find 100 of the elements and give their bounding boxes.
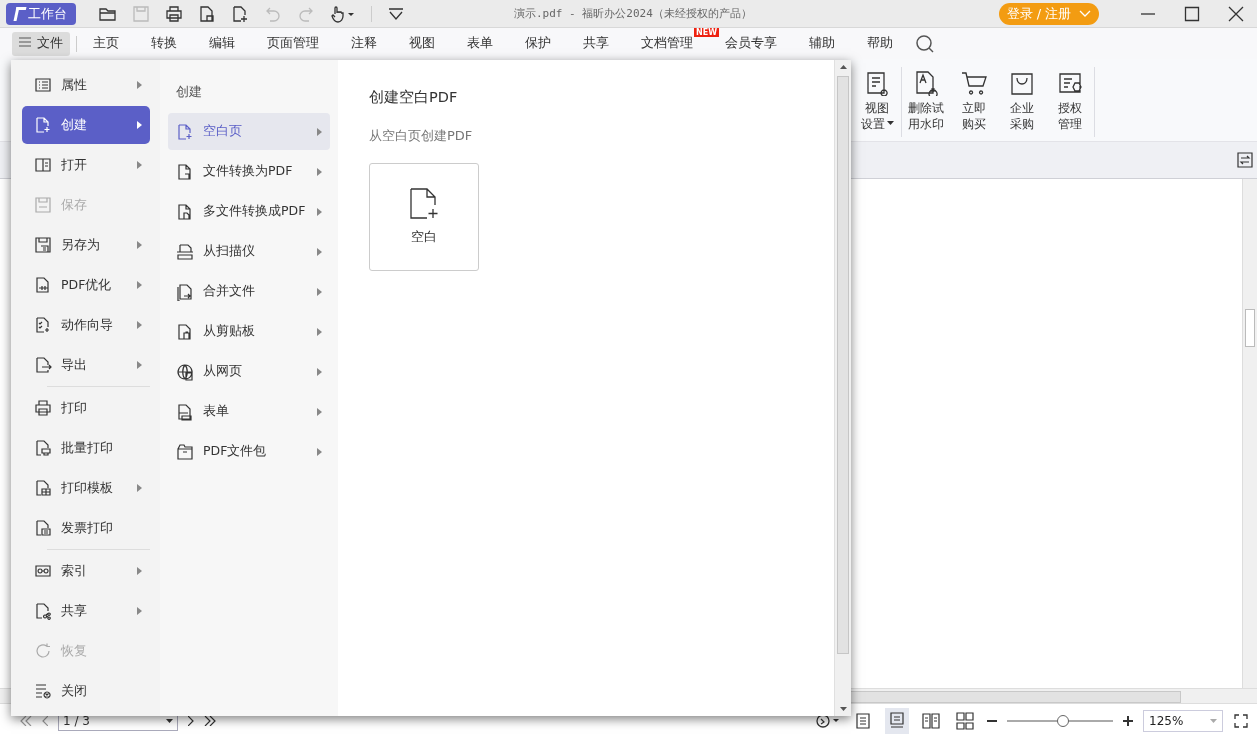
menu-item[interactable]: 批量打印: [22, 429, 150, 467]
menu-item[interactable]: 打印: [22, 389, 150, 427]
license-icon: [1057, 70, 1083, 96]
caret-down-icon: [166, 718, 173, 723]
menu-item[interactable]: 关闭: [22, 672, 150, 710]
menu-tab[interactable]: 帮助: [855, 31, 905, 56]
submenu-item[interactable]: PDF文件包: [168, 433, 330, 470]
menu-tab[interactable]: 文件: [12, 31, 70, 56]
arrow-right-icon: [137, 484, 142, 492]
menu-item[interactable]: 索引: [22, 552, 150, 590]
first-page-icon[interactable]: [20, 715, 32, 726]
document-plus-icon: [34, 116, 52, 134]
scroll-down-icon[interactable]: [839, 707, 847, 711]
document-grid-icon: [34, 479, 52, 497]
close-icon[interactable]: [1228, 5, 1244, 22]
blank-template-card[interactable]: 空白: [369, 163, 479, 271]
submenu-item[interactable]: 文件转换为PDF: [168, 153, 330, 190]
arrow-right-icon: [317, 327, 322, 336]
panel-subtitle: 从空白页创建PDF: [369, 127, 474, 145]
checklist-icon: [34, 316, 52, 334]
printer-icon[interactable]: [165, 4, 183, 23]
menu-item[interactable]: 共享: [22, 592, 150, 630]
arrow-right-icon: [317, 447, 322, 456]
clipboard-document-icon: [176, 322, 194, 341]
refresh-icon: [34, 642, 52, 660]
submenu-item[interactable]: 多文件转换成PDF: [168, 193, 330, 230]
scroll-up-icon[interactable]: [839, 65, 847, 69]
view-mode-icon: [854, 711, 872, 730]
arrow-right-icon: [137, 567, 142, 575]
workbench-button[interactable]: 工作台: [6, 2, 76, 25]
menu-item[interactable]: PDF优化: [22, 266, 150, 304]
logo-icon: [13, 6, 27, 21]
menu-tab[interactable]: 视图: [397, 31, 447, 56]
search-icon[interactable]: [915, 33, 935, 54]
remove-watermark-icon: [913, 70, 939, 96]
zoom-in-icon[interactable]: [1123, 715, 1133, 726]
menu-tab[interactable]: 页面管理: [255, 31, 331, 56]
menu-item[interactable]: 打开: [22, 146, 150, 184]
last-page-icon[interactable]: [204, 715, 216, 726]
documents-icon: [176, 202, 194, 221]
ribbon-button[interactable]: 视图 设置: [853, 59, 901, 132]
package-icon: [176, 442, 194, 461]
zoom-field[interactable]: 125%: [1143, 709, 1223, 732]
menu-item[interactable]: 导出: [22, 346, 150, 384]
index-icon: [34, 562, 52, 580]
document-plus-icon[interactable]: [231, 4, 249, 23]
menu-icon: [19, 37, 31, 47]
arrow-right-icon: [317, 127, 322, 136]
caret-down-icon: [886, 120, 894, 125]
document-plus-icon: [409, 188, 439, 220]
menu-tab[interactable]: 注释: [339, 31, 389, 56]
menu-item[interactable]: 发票打印: [22, 509, 150, 547]
ribbon-button[interactable]: 授权 管理: [1046, 59, 1094, 132]
ribbon-button[interactable]: 立即 购买: [950, 59, 998, 132]
menu-tab[interactable]: 保护: [513, 31, 563, 56]
panel-title: 创建空白PDF: [369, 88, 459, 107]
menu-item[interactable]: 动作向导: [22, 306, 150, 344]
maximize-icon[interactable]: [1184, 5, 1200, 22]
submenu-item[interactable]: 从网页: [168, 353, 330, 390]
submenu-item[interactable]: 从扫描仪: [168, 233, 330, 270]
menu-tab[interactable]: 辅助: [797, 31, 847, 56]
submenu-item[interactable]: 空白页: [168, 113, 330, 150]
swap-icon[interactable]: [1237, 152, 1253, 168]
document-plus-icon: [176, 122, 194, 141]
submenu-item[interactable]: 合并文件: [168, 273, 330, 310]
submenu-title: 创建: [176, 84, 203, 101]
view-mode-button[interactable]: [885, 707, 909, 734]
arrow-right-icon: [317, 167, 322, 176]
arrow-right-icon: [137, 361, 142, 369]
arrow-right-icon: [317, 367, 322, 376]
menu-tab[interactable]: 共享: [571, 31, 621, 56]
ribbon-button[interactable]: 删除试 用水印: [902, 59, 950, 132]
menu-item[interactable]: 打印模板: [22, 469, 150, 507]
arrow-right-icon: [137, 161, 142, 169]
fullscreen-icon[interactable]: [1233, 712, 1249, 729]
arrow-right-icon: [137, 121, 142, 129]
vertical-scrollbar[interactable]: [1242, 179, 1257, 688]
arrow-right-icon: [137, 321, 142, 329]
arrow-right-icon: [317, 287, 322, 296]
list-icon: [34, 76, 52, 94]
submenu-item[interactable]: 从剪贴板: [168, 313, 330, 350]
ribbon-button[interactable]: 企业 采购: [998, 59, 1046, 132]
list-close-icon: [34, 682, 52, 700]
hand-icon[interactable]: [330, 4, 356, 23]
document-compress-icon: [34, 276, 52, 294]
document-icon[interactable]: [198, 4, 216, 23]
view-mode-icon: [888, 711, 906, 730]
merge-documents-icon: [176, 282, 194, 301]
menu-tab[interactable]: 转换: [139, 31, 189, 56]
submenu-item[interactable]: 表单: [168, 393, 330, 430]
vertical-scrollbar[interactable]: [834, 60, 851, 716]
menu-tab[interactable]: 表单: [455, 31, 505, 56]
menu-item[interactable]: 属性: [22, 66, 150, 104]
menu-tab[interactable]: 编辑: [197, 31, 247, 56]
menu-item[interactable]: 另存为: [22, 226, 150, 264]
chevron-down-icon: [1079, 9, 1092, 18]
menu-tab[interactable]: 主页: [81, 31, 131, 56]
book-icon: [34, 156, 52, 174]
arrow-right-icon: [317, 407, 322, 416]
menu-item[interactable]: 创建: [22, 106, 150, 144]
